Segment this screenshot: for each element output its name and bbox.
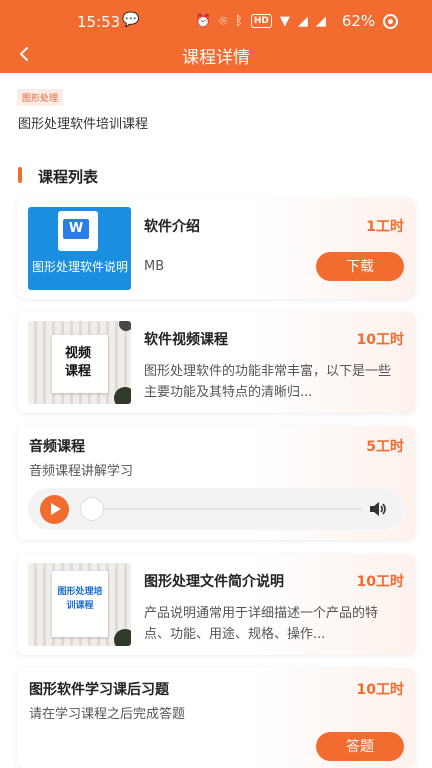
signal-4g-icon: ◢ [315,13,326,29]
alarm-icon: ⏰ [195,13,212,29]
plant-decoration [114,387,131,404]
course-item-exercise[interactable]: 图形软件学习课后习题 10工时 请在学习课程之后完成答题 答题 [17,668,415,768]
course-item-video[interactable]: 视频课程 软件视频课程 10工时 图形处理软件的功能非常丰富，以下是一些主要功能… [17,312,415,413]
thumbnail-label: 图形处理培训课程 [57,587,103,611]
item-file-size: MB [144,259,165,274]
progress-knob[interactable] [80,497,104,521]
item-description: 产品说明通常用于详细描述一个产品的特点、功能、用途、规格、操作... [144,606,379,642]
status-time: 15:53 [77,13,121,31]
play-button[interactable] [40,495,69,524]
item-hours: 5工时 [366,439,404,455]
answer-button[interactable]: 答题 [316,732,404,761]
course-tag: 图形处理 [17,89,64,106]
plant-decoration [114,629,131,646]
location-icon: ⌾ [219,13,227,29]
item-hours: 1工时 [366,219,404,235]
item-description: 音频课程讲解学习 [29,464,134,479]
page-title: 课程详情 [182,48,250,68]
course-description: 图形处理软件培训课程 [18,117,149,132]
thumbnail-filename: 图形处理软件说明文档.do... [32,260,128,274]
battery-ring-icon [383,13,399,29]
nav-bar: 课程详情 [0,36,432,72]
item-description: 图形处理软件的功能非常丰富，以下是一些主要功能及其特点的清晰归... [144,364,392,400]
download-button[interactable]: 下载 [316,252,404,281]
image-thumbnail: 图形处理培训课程 [28,563,131,646]
item-title: 音频课程 [29,439,85,455]
item-hours: 10工时 [356,332,404,348]
item-title: 图形处理文件简介说明 [144,574,284,590]
item-title: 软件介绍 [144,219,200,235]
chat-notification-icon: 💬 [122,12,140,28]
word-doc-icon: W [58,211,98,251]
item-hours: 10工时 [356,574,404,590]
wifi-icon: ▼ [279,13,290,29]
course-item-image[interactable]: 图形处理培训课程 图形处理文件简介说明 10工时 产品说明通常用于详细描述一个产… [17,554,415,655]
section-accent-bar [18,167,22,183]
thumbnail-label: 视频课程 [64,346,91,379]
hd-icon: HD [250,14,272,28]
app-header: 15:53 💬 ⏰ ⌾ ᛒ HD ▼ ◢ ◢ 62% 课程详情 [0,0,432,73]
status-icons: ⏰ ⌾ ᛒ HD ▼ ◢ ◢ 62% [195,12,399,30]
course-item-document[interactable]: W 图形处理软件说明文档.do... 软件介绍 1工时 MB 下载 [17,198,415,299]
signal-5g-icon: ◢ [297,13,308,29]
item-description: 请在学习课程之后完成答题 [29,707,186,722]
volume-icon[interactable] [368,499,388,519]
item-hours: 10工时 [356,682,404,698]
item-title: 图形软件学习课后习题 [29,682,169,698]
bluetooth-icon: ᛒ [235,13,243,29]
video-thumbnail: 视频课程 [28,321,131,404]
item-title: 软件视频课程 [144,332,228,348]
audio-player [28,488,404,530]
course-item-audio: 音频课程 5工时 音频课程讲解学习 [17,426,415,540]
section-title: 课程列表 [38,168,99,186]
progress-track[interactable] [104,508,362,510]
document-thumbnail: W 图形处理软件说明文档.do... [28,207,131,290]
battery-percent: 62% [341,12,376,30]
